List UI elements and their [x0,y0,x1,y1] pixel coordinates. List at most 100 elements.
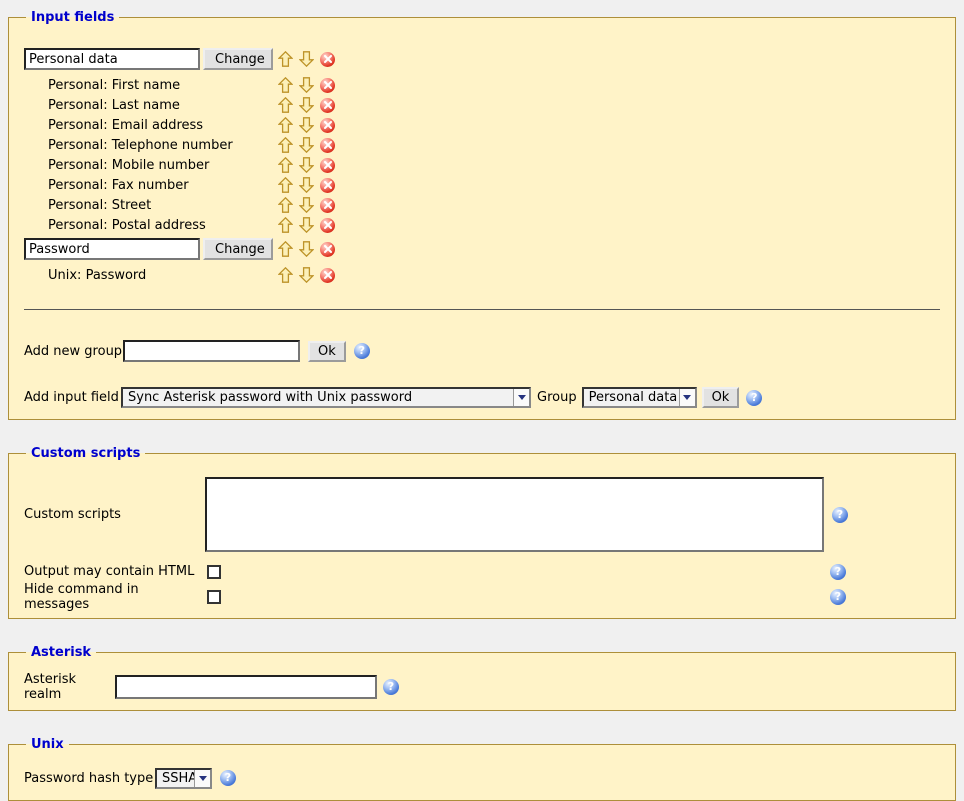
field-label: Personal: Fax number [24,178,278,193]
field-label: Personal: Mobile number [24,158,278,173]
chevron-down-icon[interactable] [513,389,529,406]
help-icon[interactable]: ? [746,390,762,406]
move-up-icon[interactable] [278,241,293,257]
chevron-down-icon[interactable] [194,770,210,787]
asterisk-realm-input[interactable] [115,675,377,699]
unix-legend: Unix [26,737,69,752]
field-row: Personal: Telephone number [24,135,940,155]
field-row: Unix: Password [24,265,940,285]
delete-icon[interactable] [320,52,335,67]
help-icon[interactable]: ? [830,589,846,605]
delete-icon[interactable] [320,242,335,257]
custom-scripts-row: Custom scripts ? [24,477,940,552]
group-name-input[interactable] [24,238,200,260]
move-down-icon[interactable] [299,51,314,67]
input-field-select[interactable]: Sync Asterisk password with Unix passwor… [121,387,531,408]
output-html-checkbox[interactable] [207,565,221,579]
password-hash-row: Password hash type SSHA ? [24,766,940,790]
delete-icon[interactable] [320,138,335,153]
delete-icon[interactable] [320,178,335,193]
row-actions [278,137,335,153]
row-actions [278,117,335,133]
field-row: Personal: Fax number [24,175,940,195]
field-row: Personal: Postal address [24,215,940,235]
group-name-cell: Change [24,238,278,260]
group-row: Change [24,237,940,261]
move-down-icon[interactable] [299,137,314,153]
move-up-icon[interactable] [278,117,293,133]
move-up-icon[interactable] [278,197,293,213]
chevron-down-icon[interactable] [679,389,695,406]
move-down-icon[interactable] [299,197,314,213]
move-up-icon[interactable] [278,157,293,173]
hide-command-label: Hide command in messages [24,582,207,612]
group-row: Change [24,47,940,71]
row-actions [278,51,335,67]
asterisk-legend: Asterisk [26,645,96,660]
divider [24,309,940,310]
group-select-value: Personal data [584,389,679,406]
help-icon[interactable]: ? [832,507,848,523]
group-name-cell: Change [24,48,278,70]
input-fields-legend: Input fields [26,10,119,25]
move-up-icon[interactable] [278,137,293,153]
move-up-icon[interactable] [278,267,293,283]
move-up-icon[interactable] [278,97,293,113]
move-down-icon[interactable] [299,157,314,173]
new-group-name-input[interactable] [123,340,300,362]
row-actions [278,97,335,113]
field-row: Personal: Email address [24,115,940,135]
field-label: Personal: First name [24,78,278,93]
hide-command-checkbox[interactable] [207,590,221,604]
delete-icon[interactable] [320,198,335,213]
move-up-icon[interactable] [278,177,293,193]
delete-icon[interactable] [320,118,335,133]
field-label: Personal: Telephone number [24,138,278,153]
delete-icon[interactable] [320,158,335,173]
output-html-row: Output may contain HTML ? [24,560,940,583]
change-group-button[interactable]: Change [203,48,273,70]
row-actions [278,77,335,93]
delete-icon[interactable] [320,268,335,283]
field-label: Personal: Email address [24,118,278,133]
move-up-icon[interactable] [278,217,293,233]
delete-icon[interactable] [320,78,335,93]
row-actions [278,157,335,173]
field-row: Personal: Mobile number [24,155,940,175]
custom-scripts-textarea[interactable] [205,477,824,552]
field-row: Personal: Street [24,195,940,215]
output-html-label: Output may contain HTML [24,564,207,579]
asterisk-realm-label: Asterisk realm [24,672,115,702]
help-icon[interactable]: ? [354,343,370,359]
move-down-icon[interactable] [299,117,314,133]
help-icon[interactable]: ? [220,770,236,786]
move-up-icon[interactable] [278,51,293,67]
input-fields-section: Input fields Change Personal: First name P… [8,10,956,420]
change-group-button[interactable]: Change [203,238,273,260]
field-label: Personal: Last name [24,98,278,113]
group-select[interactable]: Personal data [582,387,697,408]
help-icon[interactable]: ? [383,679,399,695]
add-new-group-label: Add new group [24,344,123,359]
help-icon[interactable]: ? [830,564,846,580]
move-up-icon[interactable] [278,77,293,93]
move-down-icon[interactable] [299,97,314,113]
custom-scripts-label: Custom scripts [24,507,205,522]
field-row: Personal: First name [24,75,940,95]
add-input-field-row: Add input field Sync Asterisk password w… [24,386,940,409]
move-down-icon[interactable] [299,77,314,93]
delete-icon[interactable] [320,218,335,233]
group-label: Group [537,390,577,405]
move-down-icon[interactable] [299,267,314,283]
add-field-ok-button[interactable]: Ok [702,387,740,408]
group-name-input[interactable] [24,48,200,70]
move-down-icon[interactable] [299,217,314,233]
move-down-icon[interactable] [299,177,314,193]
profile-editor-page: { "input_fields": { "legend": "Input fie… [0,0,964,797]
row-actions [278,267,335,283]
add-group-ok-button[interactable]: Ok [308,341,346,362]
custom-scripts-legend: Custom scripts [26,446,145,461]
move-down-icon[interactable] [299,241,314,257]
password-hash-select[interactable]: SSHA [155,768,212,789]
delete-icon[interactable] [320,98,335,113]
